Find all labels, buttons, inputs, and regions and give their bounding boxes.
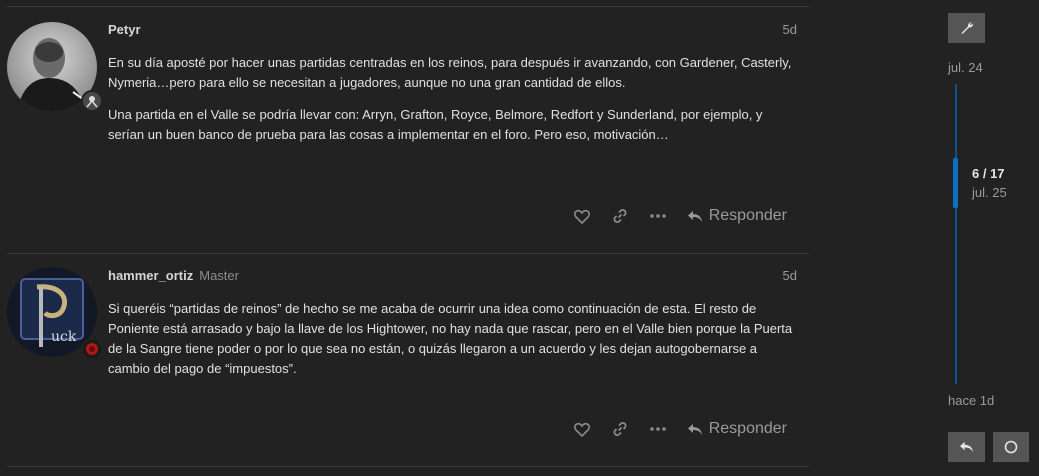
svg-text:uck: uck — [51, 329, 77, 345]
topic-reply-button[interactable] — [948, 432, 985, 462]
reply-icon — [960, 441, 973, 453]
post-date[interactable]: 5d — [783, 268, 797, 283]
post-actions: Responder — [563, 201, 799, 231]
username-text[interactable]: hammer_ortiz — [108, 268, 193, 283]
like-button[interactable] — [563, 414, 601, 444]
post-paragraph: En su día aposté por hacer unas partidas… — [108, 55, 792, 90]
post-divider — [7, 466, 809, 467]
post-date[interactable]: 5d — [783, 22, 797, 37]
timeline-position: 6 / 17 — [972, 166, 1005, 181]
post-hammer-ortiz: uck hammer_ortiz Master 5d Si queréis “pa… — [7, 254, 809, 466]
post-username[interactable]: hammer_ortiz Master — [108, 268, 239, 283]
reply-button[interactable]: Responder — [677, 201, 799, 231]
user-flair-icon — [81, 338, 103, 360]
like-button[interactable] — [563, 201, 601, 231]
ellipsis-icon — [649, 214, 666, 218]
post-paragraph: Una partida en el Valle se podría llevar… — [108, 107, 763, 142]
wrench-icon — [961, 22, 973, 34]
notification-level-button[interactable] — [993, 432, 1029, 462]
reply-label[interactable]: Responder — [709, 207, 787, 225]
post-paragraph: Si queréis “partidas de reinos” de hecho… — [108, 301, 793, 376]
timeline-scroll-handle[interactable] — [953, 158, 958, 208]
timeline-current-date: jul. 25 — [972, 185, 1007, 200]
circle-icon — [1004, 440, 1018, 454]
username-text[interactable]: Petyr — [108, 22, 141, 37]
timeline-start-date[interactable]: jul. 24 — [948, 60, 983, 75]
timeline-end-date[interactable]: hace 1d — [948, 393, 994, 408]
timeline-track[interactable] — [955, 84, 957, 384]
copy-link-button[interactable] — [601, 414, 639, 444]
reply-label[interactable]: Responder — [709, 420, 787, 438]
more-button[interactable] — [639, 414, 677, 444]
heart-icon — [573, 209, 590, 224]
admin-wrench-button[interactable] — [948, 13, 985, 43]
reply-button[interactable]: Responder — [677, 414, 799, 444]
post-actions: Responder — [563, 414, 799, 444]
link-icon — [613, 209, 627, 223]
user-title: Master — [199, 268, 239, 283]
user-flair-icon — [81, 90, 103, 112]
ellipsis-icon — [649, 427, 666, 431]
copy-link-button[interactable] — [601, 201, 639, 231]
post-body: Si queréis “partidas de reinos” de hecho… — [108, 299, 798, 391]
more-button[interactable] — [639, 201, 677, 231]
post-username[interactable]: Petyr — [108, 22, 141, 37]
reply-icon — [687, 423, 702, 435]
post-petyr: Petyr 5d En su día aposté por hacer unas… — [7, 7, 809, 253]
link-icon — [613, 422, 627, 436]
heart-icon — [573, 422, 590, 437]
post-body: En su día aposté por hacer unas partidas… — [108, 53, 798, 157]
reply-icon — [687, 210, 702, 222]
